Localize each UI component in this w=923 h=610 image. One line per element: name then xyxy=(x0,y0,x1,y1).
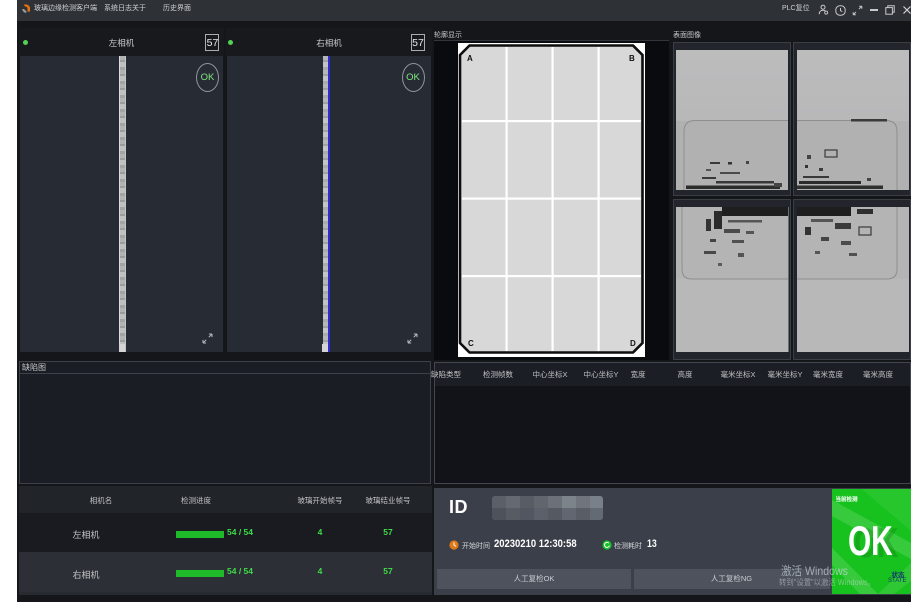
svg-text:A: A xyxy=(467,54,473,63)
svg-text:B: B xyxy=(629,54,635,63)
svg-text:D: D xyxy=(630,339,636,348)
svg-text:C: C xyxy=(468,339,474,348)
